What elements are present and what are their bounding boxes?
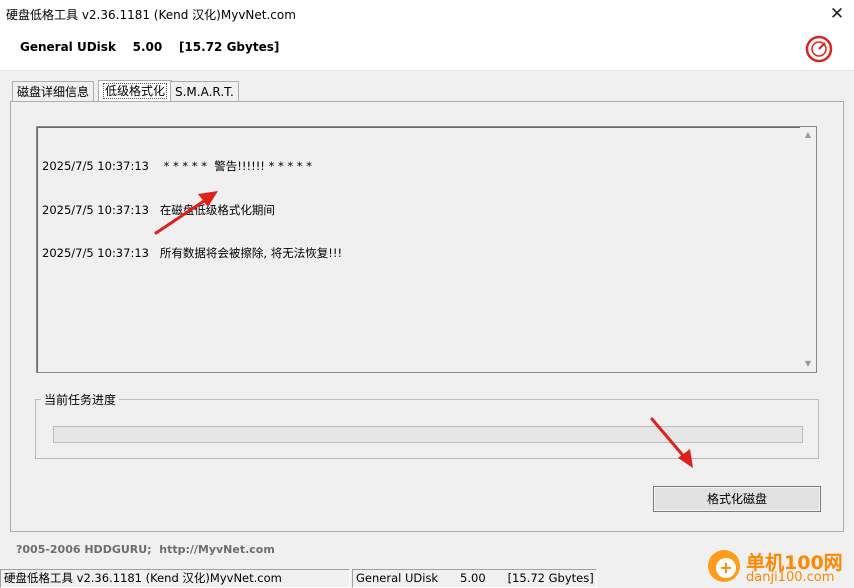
scroll-up-icon[interactable]: ▲ <box>800 127 816 143</box>
tab-disk-details[interactable]: 磁盘详细信息 <box>12 81 95 102</box>
log-line: 2025/7/5 10:37:13 * * * * * 警告!!!!!! * *… <box>42 159 312 173</box>
device-info: General UDisk 5.00 [15.72 Gbytes] <box>20 40 280 54</box>
watermark-url: danji100.com <box>746 570 835 585</box>
tab-smart[interactable]: S.M.A.R.T. <box>170 81 239 102</box>
low-level-format-panel: 2025/7/5 10:37:13 * * * * * 警告!!!!!! * *… <box>10 101 844 532</box>
title-bar: 硬盘低格工具 v2.36.1181 (Kend 汉化)MyvNet.com ✕ <box>0 0 854 30</box>
watermark: + 单机100网 danji100.com <box>706 548 854 588</box>
warning-log[interactable]: 2025/7/5 10:37:13 * * * * * 警告!!!!!! * *… <box>36 126 817 373</box>
status-device: General UDisk 5.00 [15.72 Gbytes] <box>352 569 597 588</box>
log-scrollbar[interactable]: ▲ ▼ <box>800 127 816 372</box>
progress-label: 当前任务进度 <box>41 391 120 408</box>
tab-label: S.M.A.R.T. <box>175 85 234 99</box>
format-disk-button[interactable]: 格式化磁盘 <box>653 486 821 512</box>
device-header: General UDisk 5.00 [15.72 Gbytes] <box>0 30 854 71</box>
tab-low-level-format[interactable]: 低级格式化 <box>98 80 173 101</box>
tab-label: 低级格式化 <box>103 83 168 99</box>
status-app: 硬盘低格工具 v2.36.1181 (Kend 汉化)MyvNet.com <box>0 569 350 588</box>
log-line: 2025/7/5 10:37:13 在磁盘低级格式化期间 <box>42 202 275 217</box>
gauge-logo-icon <box>805 35 833 63</box>
tab-label: 磁盘详细信息 <box>17 85 90 99</box>
copyright-text: ?005-2006 HDDGURU; http://MyvNet.com <box>16 543 275 556</box>
progress-bar <box>53 426 803 443</box>
watermark-logo-icon: + <box>708 550 740 582</box>
scroll-down-icon[interactable]: ▼ <box>800 356 816 372</box>
window-title: 硬盘低格工具 v2.36.1181 (Kend 汉化)MyvNet.com <box>6 8 296 22</box>
progress-group: 当前任务进度 <box>35 391 819 459</box>
log-line: 2025/7/5 10:37:13 所有数据将会被擦除, 将无法恢复!!! <box>42 246 343 260</box>
close-icon[interactable]: ✕ <box>824 2 850 26</box>
